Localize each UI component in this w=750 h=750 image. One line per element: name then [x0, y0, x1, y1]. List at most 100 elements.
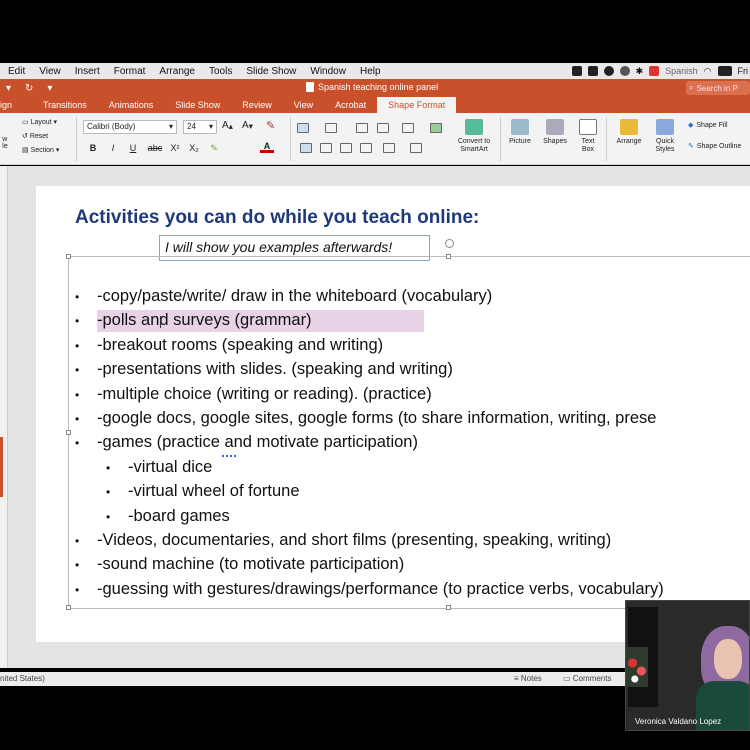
input-language[interactable]: Spanish	[665, 66, 698, 76]
menu-help[interactable]: Help	[346, 66, 381, 77]
bold-button[interactable]: B	[86, 141, 100, 155]
quick-styles-button[interactable]: Quick Styles	[650, 119, 680, 154]
highlight-color-icon[interactable]: ✎	[207, 141, 221, 155]
align-text-icon[interactable]	[410, 143, 422, 153]
rotate-handle[interactable]	[445, 239, 454, 248]
check-icon[interactable]	[603, 66, 614, 76]
menu-format[interactable]: Format	[100, 66, 146, 77]
font-size-field[interactable]: 24 ▾	[183, 120, 217, 134]
tab-transitions[interactable]: Transitions	[23, 97, 98, 113]
menu-slide-show[interactable]: Slide Show	[232, 66, 296, 77]
sub-bullet-item[interactable]: -virtual dice	[128, 458, 212, 477]
align-left-icon[interactable]	[300, 143, 312, 153]
shapes-button[interactable]: Shapes	[540, 119, 570, 146]
new-slide-partial[interactable]: w le	[0, 133, 10, 153]
bullet-item[interactable]: -games (practice and motivate participat…	[97, 433, 418, 452]
divider	[76, 117, 77, 161]
bullets-icon[interactable]	[297, 123, 309, 133]
calendar-icon[interactable]	[587, 66, 598, 76]
menu-insert[interactable]: Insert	[61, 66, 100, 77]
line-spacing-icon[interactable]	[402, 123, 414, 133]
text-direction-icon[interactable]	[383, 143, 395, 153]
search-box[interactable]: ⌕ Search in P	[686, 81, 750, 95]
increase-indent-icon[interactable]	[377, 123, 389, 133]
menu-tools[interactable]: Tools	[195, 66, 232, 77]
align-center-icon[interactable]	[320, 143, 332, 153]
resize-handle[interactable]	[66, 605, 71, 610]
sub-bullet-item[interactable]: -virtual wheel of fortune	[128, 482, 300, 501]
tab-view[interactable]: View	[283, 97, 324, 113]
bullet-item[interactable]: -multiple choice (writing or reading). (…	[97, 385, 432, 404]
customize-icon[interactable]: ▾	[47, 83, 52, 94]
font-color-icon[interactable]: A	[260, 141, 274, 153]
text-cursor-icon	[160, 316, 166, 328]
shape-outline-button[interactable]: ✎ Shape Outline	[688, 142, 741, 151]
strikethrough-button[interactable]: abc	[146, 141, 164, 155]
chevron-down-icon: ▾	[208, 122, 213, 131]
comments-button[interactable]: ▭ Comments	[563, 674, 611, 683]
resize-handle[interactable]	[66, 430, 71, 435]
tab-slide-show[interactable]: Slide Show	[164, 97, 231, 113]
sub-bullet-item[interactable]: -board games	[128, 507, 230, 526]
redo-icon[interactable]: ↻	[25, 83, 33, 94]
slide-thumbnail-pane[interactable]	[0, 166, 8, 668]
underline-button[interactable]: U	[126, 141, 140, 155]
dropdown-arrow-icon[interactable]: ▾	[6, 83, 11, 94]
tab-shape-format[interactable]: Shape Format	[377, 97, 457, 113]
text-box-button[interactable]: Text Box	[576, 119, 600, 154]
superscript-button[interactable]: X²	[168, 141, 182, 155]
menu-window[interactable]: Window	[296, 66, 346, 77]
menu-edit[interactable]: Edit	[0, 66, 25, 77]
tab-acrobat[interactable]: Acrobat	[324, 97, 377, 113]
shape-fill-label: Shape Fill	[696, 121, 728, 129]
bullet-item[interactable]: -breakout rooms (speaking and writing)	[97, 336, 383, 355]
bullet-dot: •	[75, 436, 80, 450]
subscript-button[interactable]: X₂	[187, 141, 201, 155]
bullet-item[interactable]: -copy/paste/write/ draw in the whiteboar…	[97, 287, 492, 306]
notes-button[interactable]: ≡ Notes	[514, 674, 542, 683]
align-right-icon[interactable]	[340, 143, 352, 153]
participant-video[interactable]: Veronica Valdano Lopez	[625, 600, 750, 731]
shape-fill-button[interactable]: ◆ Shape Fill	[688, 121, 728, 130]
font-name-field[interactable]: Calibri (Body) ▾	[83, 120, 177, 134]
justify-icon[interactable]	[360, 143, 372, 153]
arrange-button[interactable]: Arrange	[612, 119, 646, 146]
language-indicator[interactable]: nited States)	[0, 674, 45, 683]
numbering-icon[interactable]	[325, 123, 337, 133]
italic-button[interactable]: I	[106, 141, 120, 155]
picture-button[interactable]: Picture	[505, 119, 535, 146]
flag-icon[interactable]	[649, 66, 660, 76]
convert-smartart-button[interactable]: Convert to SmartArt	[452, 119, 496, 154]
layout-button[interactable]: ▭ Layout ▾	[22, 116, 59, 130]
bluetooth-icon[interactable]: ✱	[636, 66, 644, 77]
bullet-item[interactable]: -presentations with slides. (speaking an…	[97, 360, 453, 379]
resize-handle[interactable]	[446, 254, 451, 259]
menu-arrange[interactable]: Arrange	[145, 66, 195, 77]
clear-formatting-icon[interactable]: ✎	[266, 119, 275, 132]
columns-icon[interactable]	[430, 123, 442, 133]
bullet-item[interactable]: -sound machine (to motivate participatio…	[97, 555, 404, 574]
wifi-icon[interactable]: ◠	[704, 66, 712, 77]
decrease-indent-icon[interactable]	[356, 123, 368, 133]
bullet-item[interactable]: -google docs, google sites, google forms…	[97, 409, 747, 428]
battery-icon[interactable]	[717, 66, 732, 76]
bullet-item[interactable]: -polls and surveys (grammar)	[97, 311, 312, 330]
pen-icon: ✎	[688, 143, 694, 150]
menu-view[interactable]: View	[25, 66, 61, 77]
bullet-item[interactable]: -guessing with gestures/drawings/perform…	[97, 580, 664, 599]
increase-font-button[interactable]: A ▴	[222, 120, 233, 131]
zoom-icon[interactable]	[571, 66, 582, 76]
tab-review[interactable]: Review	[231, 97, 283, 113]
reset-button[interactable]: ↺ Reset	[22, 130, 59, 144]
slide-title[interactable]: Activities you can do while you teach on…	[75, 207, 479, 229]
bullet-item[interactable]: -Videos, documentaries, and short films …	[97, 531, 611, 550]
resize-handle[interactable]	[66, 254, 71, 259]
tab-animations[interactable]: Animations	[98, 97, 165, 113]
resize-handle[interactable]	[446, 605, 451, 610]
section-button[interactable]: ▤ Section ▾	[22, 144, 59, 158]
divider	[606, 117, 607, 161]
tab-design[interactable]: ign	[0, 97, 23, 113]
decrease-font-button[interactable]: A ▾	[242, 120, 253, 131]
clock[interactable]: Fri	[738, 66, 749, 76]
record-icon[interactable]	[619, 66, 630, 76]
